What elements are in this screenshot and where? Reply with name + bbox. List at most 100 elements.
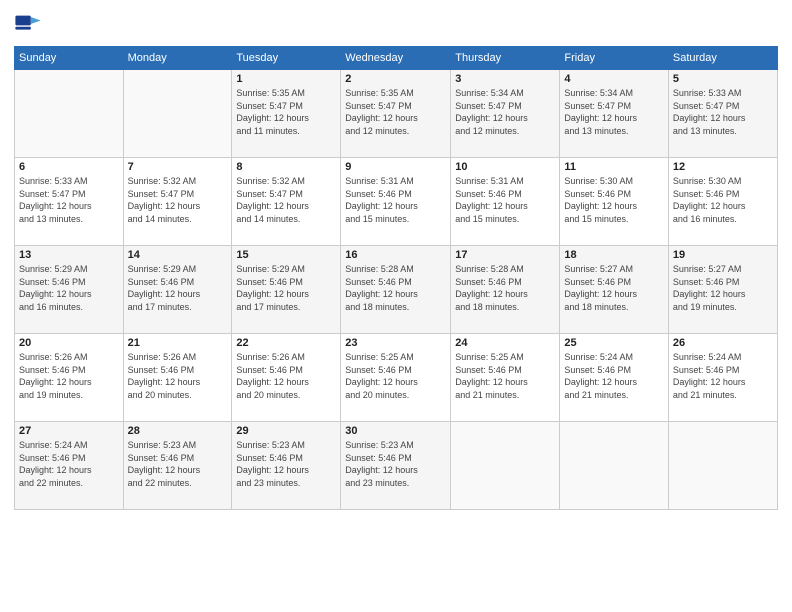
day-info: Sunrise: 5:26 AM Sunset: 5:46 PM Dayligh… bbox=[19, 351, 119, 401]
day-number: 29 bbox=[236, 425, 336, 437]
week-row-5: 27 Sunrise: 5:24 AM Sunset: 5:46 PM Dayli… bbox=[15, 422, 778, 510]
day-number: 18 bbox=[564, 249, 663, 261]
calendar: SundayMondayTuesdayWednesdayThursdayFrid… bbox=[14, 46, 778, 510]
day-info: Sunrise: 5:28 AM Sunset: 5:46 PM Dayligh… bbox=[455, 263, 555, 313]
day-header-friday: Friday bbox=[560, 47, 668, 70]
day-header-thursday: Thursday bbox=[451, 47, 560, 70]
week-row-2: 6 Sunrise: 5:33 AM Sunset: 5:47 PM Daylig… bbox=[15, 158, 778, 246]
day-info: Sunrise: 5:27 AM Sunset: 5:46 PM Dayligh… bbox=[673, 263, 773, 313]
calendar-cell bbox=[668, 422, 777, 510]
calendar-cell: 2 Sunrise: 5:35 AM Sunset: 5:47 PM Daylig… bbox=[341, 70, 451, 158]
day-number: 19 bbox=[673, 249, 773, 261]
day-info: Sunrise: 5:23 AM Sunset: 5:46 PM Dayligh… bbox=[236, 439, 336, 489]
day-info: Sunrise: 5:26 AM Sunset: 5:46 PM Dayligh… bbox=[236, 351, 336, 401]
day-number: 9 bbox=[345, 161, 446, 173]
day-number: 24 bbox=[455, 337, 555, 349]
day-info: Sunrise: 5:34 AM Sunset: 5:47 PM Dayligh… bbox=[564, 87, 663, 137]
day-number: 21 bbox=[128, 337, 228, 349]
week-row-4: 20Sunrise: 5:26 AM Sunset: 5:46 PM Dayli… bbox=[15, 334, 778, 422]
day-number: 3 bbox=[455, 73, 555, 85]
week-row-1: 1 Sunrise: 5:35 AM Sunset: 5:47 PM Daylig… bbox=[15, 70, 778, 158]
week-row-3: 13 Sunrise: 5:29 AM Sunset: 5:46 PM Dayli… bbox=[15, 246, 778, 334]
calendar-cell: 14 Sunrise: 5:29 AM Sunset: 5:46 PM Dayli… bbox=[123, 246, 232, 334]
day-header-monday: Monday bbox=[123, 47, 232, 70]
day-number: 14 bbox=[128, 249, 228, 261]
day-header-wednesday: Wednesday bbox=[341, 47, 451, 70]
day-info: Sunrise: 5:23 AM Sunset: 5:46 PM Dayligh… bbox=[128, 439, 228, 489]
day-header-tuesday: Tuesday bbox=[232, 47, 341, 70]
day-info: Sunrise: 5:33 AM Sunset: 5:47 PM Dayligh… bbox=[19, 175, 119, 225]
day-number: 4 bbox=[564, 73, 663, 85]
day-number: 30 bbox=[345, 425, 446, 437]
day-info: Sunrise: 5:25 AM Sunset: 5:46 PM Dayligh… bbox=[345, 351, 446, 401]
calendar-cell: 21 Sunrise: 5:26 AM Sunset: 5:46 PM Dayli… bbox=[123, 334, 232, 422]
calendar-cell: 28Sunrise: 5:23 AM Sunset: 5:46 PM Dayli… bbox=[123, 422, 232, 510]
day-number: 8 bbox=[236, 161, 336, 173]
day-info: Sunrise: 5:24 AM Sunset: 5:46 PM Dayligh… bbox=[673, 351, 773, 401]
day-number: 2 bbox=[345, 73, 446, 85]
calendar-cell bbox=[15, 70, 124, 158]
calendar-cell: 27 Sunrise: 5:24 AM Sunset: 5:46 PM Dayli… bbox=[15, 422, 124, 510]
calendar-cell: 5 Sunrise: 5:33 AM Sunset: 5:47 PM Daylig… bbox=[668, 70, 777, 158]
day-info: Sunrise: 5:31 AM Sunset: 5:46 PM Dayligh… bbox=[455, 175, 555, 225]
day-info: Sunrise: 5:28 AM Sunset: 5:46 PM Dayligh… bbox=[345, 263, 446, 313]
day-number: 6 bbox=[19, 161, 119, 173]
day-number: 1 bbox=[236, 73, 336, 85]
calendar-cell: 9 Sunrise: 5:31 AM Sunset: 5:46 PM Daylig… bbox=[341, 158, 451, 246]
day-number: 26 bbox=[673, 337, 773, 349]
header bbox=[14, 10, 778, 38]
calendar-cell: 19 Sunrise: 5:27 AM Sunset: 5:46 PM Dayli… bbox=[668, 246, 777, 334]
calendar-cell: 20Sunrise: 5:26 AM Sunset: 5:46 PM Dayli… bbox=[15, 334, 124, 422]
day-info: Sunrise: 5:24 AM Sunset: 5:46 PM Dayligh… bbox=[564, 351, 663, 401]
day-number: 13 bbox=[19, 249, 119, 261]
calendar-cell: 26 Sunrise: 5:24 AM Sunset: 5:46 PM Dayli… bbox=[668, 334, 777, 422]
day-info: Sunrise: 5:29 AM Sunset: 5:46 PM Dayligh… bbox=[19, 263, 119, 313]
day-info: Sunrise: 5:33 AM Sunset: 5:47 PM Dayligh… bbox=[673, 87, 773, 137]
calendar-cell: 6 Sunrise: 5:33 AM Sunset: 5:47 PM Daylig… bbox=[15, 158, 124, 246]
day-header-saturday: Saturday bbox=[668, 47, 777, 70]
day-number: 5 bbox=[673, 73, 773, 85]
logo-icon bbox=[14, 10, 42, 38]
calendar-cell: 1 Sunrise: 5:35 AM Sunset: 5:47 PM Daylig… bbox=[232, 70, 341, 158]
calendar-cell: 25 Sunrise: 5:24 AM Sunset: 5:46 PM Dayli… bbox=[560, 334, 668, 422]
calendar-cell: 22 Sunrise: 5:26 AM Sunset: 5:46 PM Dayli… bbox=[232, 334, 341, 422]
calendar-cell: 24 Sunrise: 5:25 AM Sunset: 5:46 PM Dayli… bbox=[451, 334, 560, 422]
day-info: Sunrise: 5:35 AM Sunset: 5:47 PM Dayligh… bbox=[345, 87, 446, 137]
page: SundayMondayTuesdayWednesdayThursdayFrid… bbox=[0, 0, 792, 612]
day-number: 25 bbox=[564, 337, 663, 349]
day-info: Sunrise: 5:29 AM Sunset: 5:46 PM Dayligh… bbox=[128, 263, 228, 313]
day-number: 23 bbox=[345, 337, 446, 349]
calendar-cell: 11Sunrise: 5:30 AM Sunset: 5:46 PM Dayli… bbox=[560, 158, 668, 246]
calendar-cell: 18 Sunrise: 5:27 AM Sunset: 5:46 PM Dayli… bbox=[560, 246, 668, 334]
calendar-cell: 30 Sunrise: 5:23 AM Sunset: 5:46 PM Dayli… bbox=[341, 422, 451, 510]
logo bbox=[14, 10, 46, 38]
day-info: Sunrise: 5:23 AM Sunset: 5:46 PM Dayligh… bbox=[345, 439, 446, 489]
day-number: 7 bbox=[128, 161, 228, 173]
calendar-cell bbox=[451, 422, 560, 510]
day-info: Sunrise: 5:26 AM Sunset: 5:46 PM Dayligh… bbox=[128, 351, 228, 401]
calendar-cell: 13 Sunrise: 5:29 AM Sunset: 5:46 PM Dayli… bbox=[15, 246, 124, 334]
day-info: Sunrise: 5:30 AM Sunset: 5:46 PM Dayligh… bbox=[673, 175, 773, 225]
calendar-cell: 17Sunrise: 5:28 AM Sunset: 5:46 PM Dayli… bbox=[451, 246, 560, 334]
day-number: 27 bbox=[19, 425, 119, 437]
day-number: 11 bbox=[564, 161, 663, 173]
day-info: Sunrise: 5:31 AM Sunset: 5:46 PM Dayligh… bbox=[345, 175, 446, 225]
day-number: 22 bbox=[236, 337, 336, 349]
day-info: Sunrise: 5:34 AM Sunset: 5:47 PM Dayligh… bbox=[455, 87, 555, 137]
calendar-cell: 15Sunrise: 5:29 AM Sunset: 5:46 PM Dayli… bbox=[232, 246, 341, 334]
calendar-cell: 10 Sunrise: 5:31 AM Sunset: 5:46 PM Dayli… bbox=[451, 158, 560, 246]
calendar-cell: 29 Sunrise: 5:23 AM Sunset: 5:46 PM Dayli… bbox=[232, 422, 341, 510]
day-info: Sunrise: 5:25 AM Sunset: 5:46 PM Dayligh… bbox=[455, 351, 555, 401]
day-number: 10 bbox=[455, 161, 555, 173]
day-info: Sunrise: 5:35 AM Sunset: 5:47 PM Dayligh… bbox=[236, 87, 336, 137]
calendar-cell: 8Sunrise: 5:32 AM Sunset: 5:47 PM Daylig… bbox=[232, 158, 341, 246]
day-info: Sunrise: 5:27 AM Sunset: 5:46 PM Dayligh… bbox=[564, 263, 663, 313]
calendar-cell: 3 Sunrise: 5:34 AM Sunset: 5:47 PM Daylig… bbox=[451, 70, 560, 158]
day-number: 16 bbox=[345, 249, 446, 261]
day-info: Sunrise: 5:29 AM Sunset: 5:46 PM Dayligh… bbox=[236, 263, 336, 313]
calendar-cell: 4 Sunrise: 5:34 AM Sunset: 5:47 PM Daylig… bbox=[560, 70, 668, 158]
calendar-cell: 23 Sunrise: 5:25 AM Sunset: 5:46 PM Dayli… bbox=[341, 334, 451, 422]
day-info: Sunrise: 5:32 AM Sunset: 5:47 PM Dayligh… bbox=[128, 175, 228, 225]
day-header-sunday: Sunday bbox=[15, 47, 124, 70]
day-info: Sunrise: 5:24 AM Sunset: 5:46 PM Dayligh… bbox=[19, 439, 119, 489]
